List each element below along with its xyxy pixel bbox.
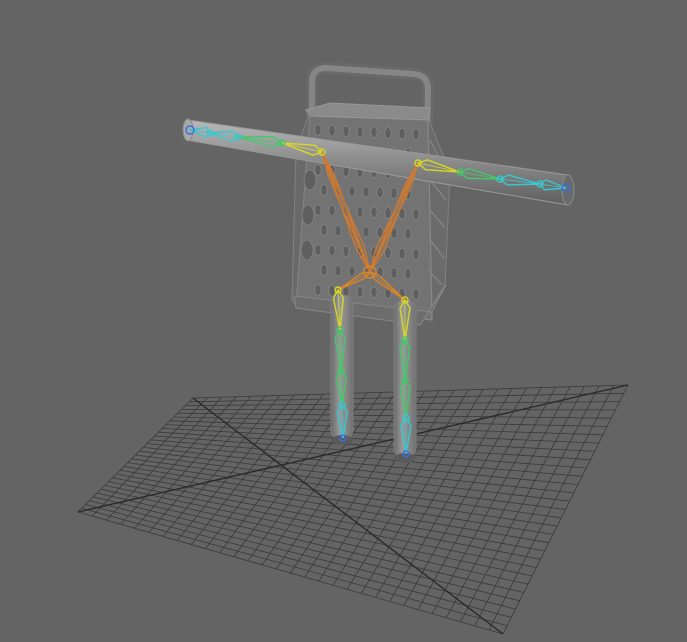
arm-cap-right — [561, 174, 575, 206]
3d-viewport[interactable] — [0, 0, 687, 642]
grater-mesh[interactable] — [291, 62, 451, 327]
